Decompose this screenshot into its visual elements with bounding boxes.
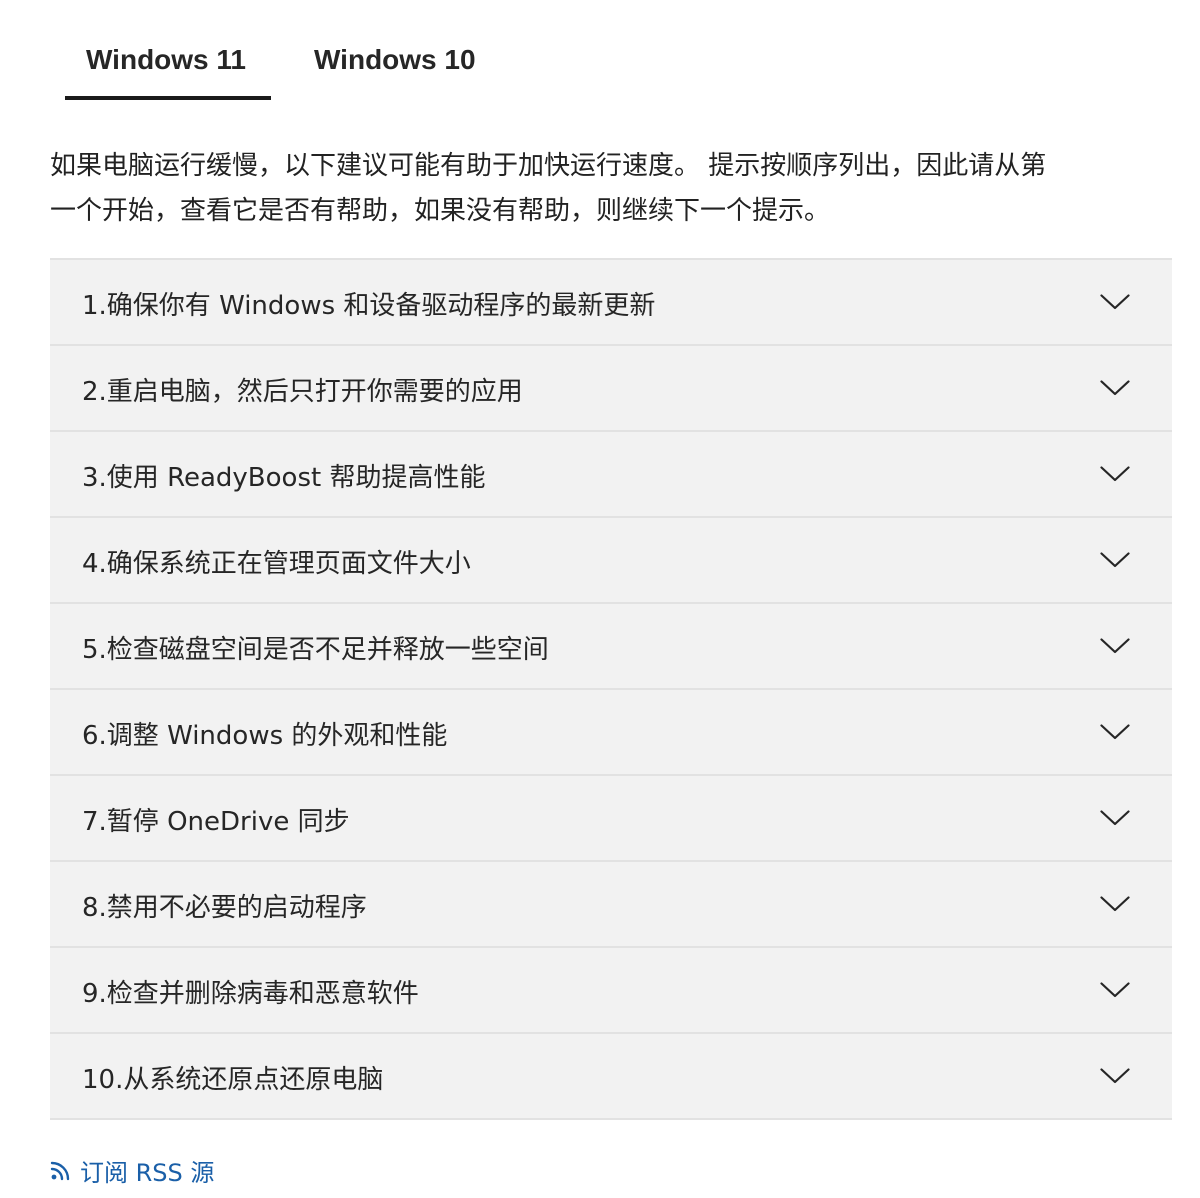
- chevron-down-icon[interactable]: [1100, 552, 1130, 568]
- chevron-down-icon[interactable]: [1100, 380, 1130, 396]
- accordion-item[interactable]: 3.使用 ReadyBoost 帮助提高性能: [50, 432, 1172, 518]
- chevron-down-icon[interactable]: [1100, 638, 1130, 654]
- accordion-item-title: 6.调整 Windows 的外观和性能: [82, 721, 448, 751]
- accordion-item-title: 3.使用 ReadyBoost 帮助提高性能: [82, 463, 486, 493]
- accordion-item-title: 10.从系统还原点还原电脑: [82, 1065, 384, 1095]
- tab-windows-11[interactable]: Windows 11: [86, 40, 246, 80]
- accordion-item[interactable]: 4.确保系统正在管理页面文件大小: [50, 518, 1172, 604]
- tab-windows-10[interactable]: Windows 10: [314, 40, 476, 80]
- accordion-item-title: 5.检查磁盘空间是否不足并释放一些空间: [82, 635, 549, 665]
- rss-icon: [50, 1161, 70, 1181]
- active-tab-indicator: [65, 96, 271, 100]
- chevron-down-icon[interactable]: [1100, 466, 1130, 482]
- rss-label: 订阅 RSS 源: [80, 1158, 215, 1187]
- intro-line-1: 如果电脑运行缓慢，以下建议可能有助于加快运行速度。 提示按顺序列出，因此请从第: [50, 151, 1047, 181]
- accordion-item[interactable]: 1.确保你有 Windows 和设备驱动程序的最新更新: [50, 260, 1172, 346]
- chevron-down-icon[interactable]: [1100, 294, 1130, 310]
- chevron-down-icon[interactable]: [1100, 896, 1130, 912]
- accordion-item[interactable]: 8.禁用不必要的启动程序: [50, 862, 1172, 948]
- accordion-item-title: 7.暂停 OneDrive 同步: [82, 807, 350, 837]
- accordion-item-title: 1.确保你有 Windows 和设备驱动程序的最新更新: [82, 291, 656, 321]
- accordion-item-title: 9.检查并删除病毒和恶意软件: [82, 979, 419, 1009]
- accordion-item[interactable]: 9.检查并删除病毒和恶意软件: [50, 948, 1172, 1034]
- accordion-item-title: 2.重启电脑，然后只打开你需要的应用: [82, 377, 523, 407]
- accordion-item[interactable]: 10.从系统还原点还原电脑: [50, 1034, 1172, 1120]
- tips-accordion: 1.确保你有 Windows 和设备驱动程序的最新更新 2.重启电脑，然后只打开你…: [50, 258, 1172, 1120]
- accordion-item[interactable]: 2.重启电脑，然后只打开你需要的应用: [50, 346, 1172, 432]
- accordion-item-title: 8.禁用不必要的启动程序: [82, 893, 367, 923]
- accordion-item[interactable]: 7.暂停 OneDrive 同步: [50, 776, 1172, 862]
- chevron-down-icon[interactable]: [1100, 1068, 1130, 1084]
- tab-bar: Windows 11 Windows 10: [50, 0, 1172, 110]
- accordion-item[interactable]: 6.调整 Windows 的外观和性能: [50, 690, 1172, 776]
- chevron-down-icon[interactable]: [1100, 724, 1130, 740]
- chevron-down-icon[interactable]: [1100, 982, 1130, 998]
- accordion-item-title: 4.确保系统正在管理页面文件大小: [82, 549, 471, 579]
- rss-subscribe-link[interactable]: 订阅 RSS 源: [50, 1152, 214, 1188]
- chevron-down-icon[interactable]: [1100, 810, 1130, 826]
- intro-line-2: 一个开始，查看它是否有帮助，如果没有帮助，则继续下一个提示。: [50, 196, 831, 226]
- accordion-item[interactable]: 5.检查磁盘空间是否不足并释放一些空间: [50, 604, 1172, 690]
- intro-paragraph: 如果电脑运行缓慢，以下建议可能有助于加快运行速度。 提示按顺序列出，因此请从第一…: [50, 144, 1160, 234]
